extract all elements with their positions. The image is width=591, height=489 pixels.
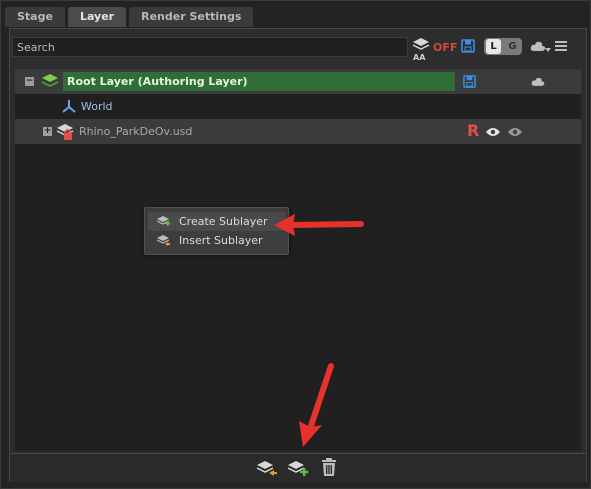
menu-item-create-sublayer[interactable]: Create Sublayer xyxy=(148,212,285,231)
new-layer-icon xyxy=(157,216,171,226)
root-layer-label: Root Layer (Authoring Layer) xyxy=(67,75,248,88)
expand-icon[interactable]: + xyxy=(43,127,52,136)
tree-row-root-layer[interactable]: − Root Layer (Authoring Layer) xyxy=(15,69,581,94)
menu-icon[interactable] xyxy=(554,39,568,53)
readonly-badge: R xyxy=(467,121,480,140)
collapse-icon[interactable]: − xyxy=(25,77,34,86)
cloud-icon[interactable] xyxy=(531,76,545,87)
save-icon[interactable] xyxy=(461,39,475,53)
tab-stage[interactable]: Stage xyxy=(5,7,65,27)
insert-layer-icon[interactable] xyxy=(256,459,278,477)
annotation-arrow-toolbar xyxy=(299,363,334,447)
eye-icon[interactable] xyxy=(508,127,522,137)
search-input[interactable]: Search xyxy=(12,37,408,57)
save-icon[interactable] xyxy=(463,75,476,88)
live-g-button[interactable]: G xyxy=(505,39,520,54)
locked-layer-icon xyxy=(57,124,74,140)
layer-toolbar: Search AA OFF L G xyxy=(12,36,582,62)
live-toggle[interactable]: L G xyxy=(484,38,522,55)
menu-item-insert-sublayer[interactable]: Insert Sublayer xyxy=(148,231,285,250)
tree-row-rhino-usd[interactable]: + Rhino_ParkDeOv.usd R xyxy=(15,119,581,144)
tab-render-settings[interactable]: Render Settings xyxy=(129,7,254,27)
live-l-button[interactable]: L xyxy=(486,39,501,54)
bottom-toolbar xyxy=(10,453,586,482)
insert-layer-icon xyxy=(157,235,170,246)
menu-item-label: Create Sublayer xyxy=(179,215,268,228)
layer-window: Stage Layer Render Settings Search AA OF… xyxy=(0,0,591,489)
world-icon xyxy=(62,100,76,113)
rhino-usd-label: Rhino_ParkDeOv.usd xyxy=(79,125,193,138)
layers-icon[interactable] xyxy=(412,36,430,52)
layers-icon xyxy=(42,74,58,87)
chevron-down-icon[interactable] xyxy=(545,47,551,53)
world-label: World xyxy=(81,100,113,113)
aa-label: AA xyxy=(413,53,426,62)
tab-bar: Stage Layer Render Settings xyxy=(5,7,254,27)
annotation-arrow-menu xyxy=(274,214,364,236)
new-layer-icon[interactable] xyxy=(287,459,309,477)
search-placeholder: Search xyxy=(17,41,55,54)
menu-item-label: Insert Sublayer xyxy=(179,234,263,247)
eye-icon[interactable] xyxy=(486,127,500,137)
cloud-icon[interactable] xyxy=(530,40,546,52)
tab-layer[interactable]: Layer xyxy=(67,7,127,27)
tree-row-world[interactable]: World xyxy=(15,94,581,119)
delete-icon[interactable] xyxy=(321,458,337,477)
context-menu: Create Sublayer Insert Sublayer xyxy=(144,207,289,255)
off-toggle[interactable]: OFF xyxy=(433,41,457,54)
